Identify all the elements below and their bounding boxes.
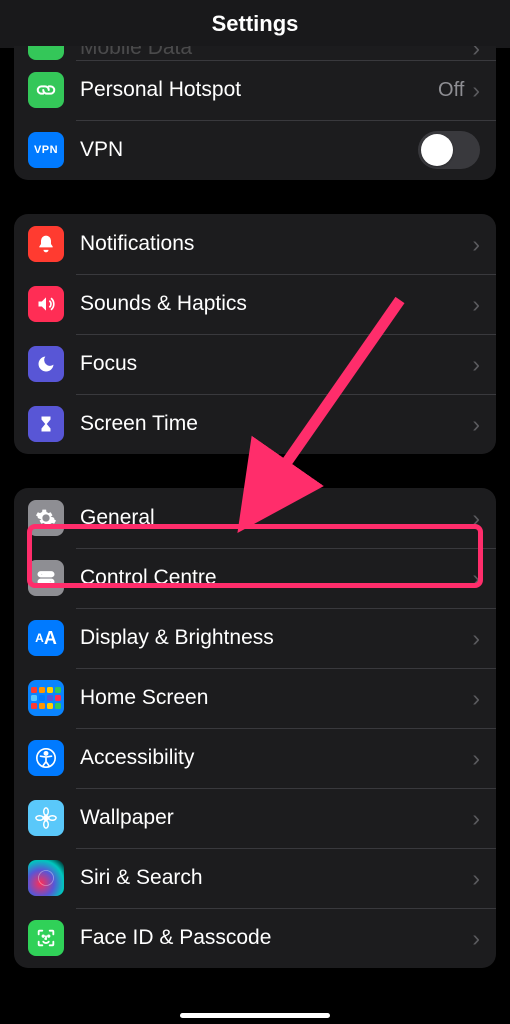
chevron-icon: › xyxy=(472,687,480,710)
row-label: Display & Brightness xyxy=(80,626,472,650)
home-grid-icon xyxy=(28,680,64,716)
chevron-icon: › xyxy=(472,927,480,950)
mobile-data-icon xyxy=(28,46,64,60)
row-display[interactable]: AA Display & Brightness › xyxy=(14,608,496,668)
group-general: General › Control Centre › AA Display & … xyxy=(14,488,496,968)
accessibility-icon xyxy=(28,740,64,776)
row-label: Accessibility xyxy=(80,746,472,770)
row-label: Focus xyxy=(80,352,472,376)
row-screen-time[interactable]: Screen Time › xyxy=(14,394,496,454)
header: Settings xyxy=(0,0,510,48)
chevron-icon: › xyxy=(472,807,480,830)
row-label: VPN xyxy=(80,138,418,162)
chevron-icon: › xyxy=(472,46,480,60)
switches-icon xyxy=(28,560,64,596)
page-title: Settings xyxy=(212,11,299,37)
vpn-toggle[interactable] xyxy=(418,131,480,169)
flower-icon xyxy=(28,800,64,836)
chevron-icon: › xyxy=(472,567,480,590)
chevron-icon: › xyxy=(472,867,480,890)
moon-icon xyxy=(28,346,64,382)
row-faceid[interactable]: Face ID & Passcode › xyxy=(14,908,496,968)
row-label: Face ID & Passcode xyxy=(80,926,472,950)
gear-icon xyxy=(28,500,64,536)
chevron-icon: › xyxy=(472,747,480,770)
row-label: Personal Hotspot xyxy=(80,78,438,102)
chevron-icon: › xyxy=(472,353,480,376)
row-label: Notifications xyxy=(80,232,472,256)
row-label: Control Centre xyxy=(80,566,472,590)
row-label: General xyxy=(80,506,472,530)
row-label: Sounds & Haptics xyxy=(80,292,472,316)
group-notifications: Notifications › Sounds & Haptics › Focus… xyxy=(14,214,496,454)
row-vpn[interactable]: VPN VPN xyxy=(14,120,496,180)
row-label: Screen Time xyxy=(80,412,472,436)
chevron-icon: › xyxy=(472,413,480,436)
row-siri[interactable]: Siri & Search › xyxy=(14,848,496,908)
row-label: Siri & Search xyxy=(80,866,472,890)
row-sounds[interactable]: Sounds & Haptics › xyxy=(14,274,496,334)
row-home-screen[interactable]: Home Screen › xyxy=(14,668,496,728)
vpn-icon: VPN xyxy=(28,132,64,168)
speaker-icon xyxy=(28,286,64,322)
chevron-icon: › xyxy=(472,507,480,530)
row-label: Wallpaper xyxy=(80,806,472,830)
row-label: Home Screen xyxy=(80,686,472,710)
chevron-icon: › xyxy=(472,79,480,102)
chevron-icon: › xyxy=(472,627,480,650)
row-accessibility[interactable]: Accessibility › xyxy=(14,728,496,788)
link-icon xyxy=(28,72,64,108)
row-value: Off xyxy=(438,79,464,102)
row-mobile-data[interactable]: Mobile Data › xyxy=(14,46,496,60)
bell-icon xyxy=(28,226,64,262)
group-connectivity: Mobile Data › Personal Hotspot Off › VPN… xyxy=(14,46,496,180)
chevron-icon: › xyxy=(472,293,480,316)
row-general[interactable]: General › xyxy=(14,488,496,548)
text-size-icon: AA xyxy=(28,620,64,656)
row-notifications[interactable]: Notifications › xyxy=(14,214,496,274)
face-id-icon xyxy=(28,920,64,956)
row-label: Mobile Data xyxy=(80,46,472,60)
row-control-centre[interactable]: Control Centre › xyxy=(14,548,496,608)
settings-scroll[interactable]: Mobile Data › Personal Hotspot Off › VPN… xyxy=(0,48,510,1024)
row-focus[interactable]: Focus › xyxy=(14,334,496,394)
home-indicator[interactable] xyxy=(180,1013,330,1018)
hourglass-icon xyxy=(28,406,64,442)
chevron-icon: › xyxy=(472,233,480,256)
row-personal-hotspot[interactable]: Personal Hotspot Off › xyxy=(14,60,496,120)
row-wallpaper[interactable]: Wallpaper › xyxy=(14,788,496,848)
siri-icon xyxy=(28,860,64,896)
